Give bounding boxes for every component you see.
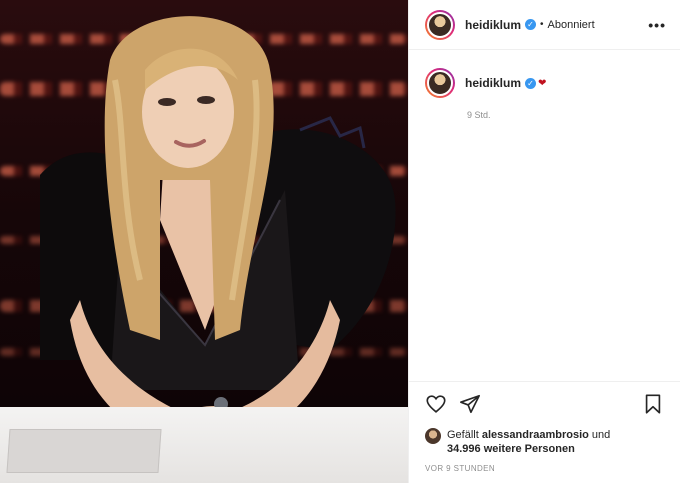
follow-status[interactable]: Abonniert: [548, 19, 595, 31]
post-sidebar: heidiklum ✓ • Abonniert ••• heidiklum ✓ …: [408, 0, 680, 483]
post-caption: heidiklum ✓ ❤ 9 Std.: [409, 50, 680, 381]
liker-avatar[interactable]: [425, 428, 441, 444]
verified-badge-icon: ✓: [525, 19, 537, 30]
caption-avatar[interactable]: [425, 68, 455, 98]
likes-prefix: Gefällt: [447, 429, 479, 441]
heart-icon[interactable]: [425, 393, 447, 415]
bookmark-icon[interactable]: [642, 393, 664, 415]
likes-others[interactable]: 34.996 weitere Personen: [447, 443, 575, 455]
paper-plane-icon[interactable]: [459, 393, 481, 415]
liker-username[interactable]: alessandraambrosio: [482, 429, 589, 441]
separator-dot: •: [540, 19, 544, 30]
post-actions: Gefällt alessandraambrosio und 34.996 we…: [409, 381, 680, 483]
post-photo[interactable]: [0, 0, 408, 483]
caption-time: 9 Std.: [467, 110, 491, 120]
likes-summary: Gefällt alessandraambrosio und 34.996 we…: [425, 428, 664, 456]
paper-notes: [6, 429, 162, 473]
verified-badge-icon: ✓: [525, 77, 537, 89]
more-options-icon[interactable]: •••: [648, 17, 666, 33]
likes-connector: und: [591, 429, 611, 441]
post-header: heidiklum ✓ • Abonniert •••: [409, 0, 680, 50]
caption-username[interactable]: heidiklum: [465, 76, 521, 90]
instagram-post: heidiklum ✓ • Abonniert ••• heidiklum ✓ …: [0, 0, 680, 483]
author-avatar[interactable]: [425, 9, 455, 40]
author-username[interactable]: heidiklum: [465, 18, 521, 32]
caption-emoji: ❤: [538, 77, 547, 89]
post-timestamp[interactable]: VOR 9 STUNDEN: [425, 464, 664, 473]
